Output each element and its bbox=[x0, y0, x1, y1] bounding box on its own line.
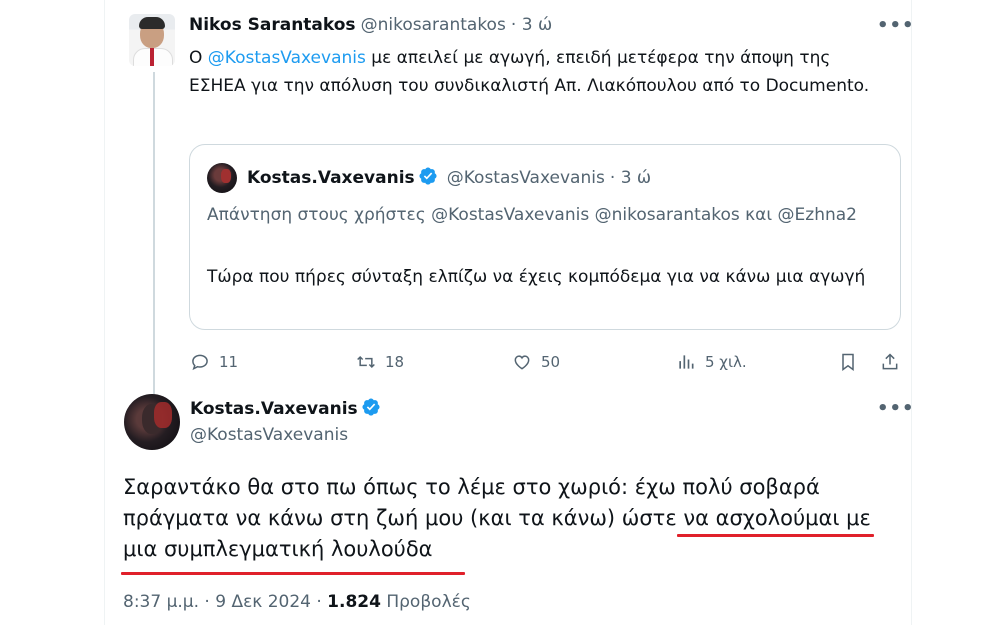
tweet2-more-icon[interactable]: ••• bbox=[877, 398, 915, 419]
tweet2-header: Kostas.Vaxevanis bbox=[190, 397, 381, 419]
tweet1-text: Ο @KostasVaxevanis με απειλεί με αγωγή, … bbox=[189, 44, 879, 100]
retweet-button[interactable]: 18 bbox=[356, 352, 404, 372]
like-count: 50 bbox=[541, 353, 561, 371]
thread-connector-line bbox=[153, 72, 155, 394]
bookmark-icon bbox=[842, 353, 854, 371]
tweet2-views-label: Προβολές bbox=[380, 592, 471, 612]
verified-badge-icon bbox=[419, 167, 437, 185]
tweet2-meta: 8:37 μ.μ. · 9 Δεκ 2024 · 1.824 Προβολές bbox=[123, 592, 471, 612]
reply-count: 11 bbox=[219, 353, 239, 371]
bookmark-button[interactable] bbox=[838, 352, 858, 372]
quote-author-name[interactable]: Kostas.Vaxevanis bbox=[247, 168, 415, 188]
retweet-count: 18 bbox=[385, 353, 405, 371]
tweet1-text-prefix: Ο bbox=[189, 48, 208, 68]
quote-avatar[interactable] bbox=[207, 163, 237, 193]
verified-badge-icon bbox=[362, 398, 380, 416]
quote-time[interactable]: · 3 ώ bbox=[610, 168, 651, 188]
highlight-underline bbox=[677, 534, 874, 537]
tweet2-views-count: 1.824 bbox=[327, 592, 381, 612]
views-icon bbox=[679, 355, 694, 369]
views-button[interactable]: 5 χιλ. bbox=[676, 352, 747, 372]
retweet-icon bbox=[357, 355, 375, 369]
highlight-underline bbox=[121, 572, 465, 575]
tweet2-timestamp[interactable]: 8:37 μ.μ. · 9 Δεκ 2024 · bbox=[123, 592, 327, 612]
quote-author-handle[interactable]: @KostasVaxevanis bbox=[447, 168, 605, 188]
quote-header: Kostas.Vaxevanis @KostasVaxevanis · 3 ώ bbox=[247, 166, 651, 188]
tweet1-author-handle[interactable]: @nikosarantakos bbox=[361, 15, 506, 35]
like-button[interactable]: 50 bbox=[512, 352, 560, 372]
avatar-nikos-sarantakos[interactable] bbox=[129, 14, 175, 66]
share-button[interactable] bbox=[880, 352, 900, 372]
quote-text: Τώρα που πήρες σύνταξη ελπίζω να έχεις κ… bbox=[207, 267, 866, 287]
tweet2-text: Σαραντάκο θα στο πω όπως το λέμε στο χωρ… bbox=[123, 475, 871, 561]
quoted-tweet-card[interactable]: Kostas.Vaxevanis @KostasVaxevanis · 3 ώ … bbox=[189, 144, 901, 330]
reply-icon bbox=[192, 354, 208, 371]
tweet1-time[interactable]: · 3 ώ bbox=[511, 15, 552, 35]
tweet1-mention-link[interactable]: @KostasVaxevanis bbox=[208, 48, 366, 68]
tweet1-header: Nikos Sarantakos @nikosarantakos · 3 ώ bbox=[189, 15, 552, 35]
avatar-kostas-vaxevanis[interactable] bbox=[124, 394, 180, 450]
tweet1-author-name[interactable]: Nikos Sarantakos bbox=[189, 15, 356, 35]
quote-reply-to: Απάντηση στους χρήστες @KostasVaxevanis … bbox=[207, 205, 857, 225]
like-icon bbox=[514, 355, 530, 370]
reply-button[interactable]: 11 bbox=[190, 352, 238, 372]
tweet1-more-icon[interactable]: ••• bbox=[877, 15, 915, 36]
tweet2-author-name[interactable]: Kostas.Vaxevanis bbox=[190, 399, 358, 419]
views-count: 5 χιλ. bbox=[705, 353, 747, 371]
tweet2-author-handle[interactable]: @KostasVaxevanis bbox=[190, 425, 348, 445]
share-icon bbox=[882, 353, 898, 370]
